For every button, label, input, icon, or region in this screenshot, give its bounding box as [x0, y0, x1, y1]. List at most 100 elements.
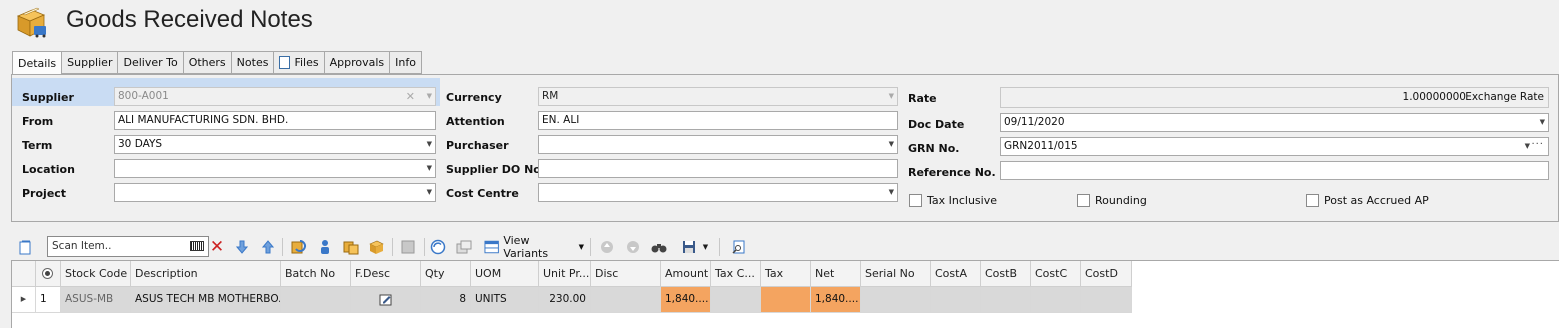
row-pointer-icon: ▶: [12, 287, 36, 313]
view-variants-button[interactable]: View Variants ▼: [484, 234, 584, 260]
tax-cell[interactable]: [761, 287, 811, 313]
column-header[interactable]: Serial No: [861, 261, 931, 287]
supplier-field[interactable]: 800-A001 ✕ ▼: [114, 87, 436, 106]
doc-date-field[interactable]: 09/11/2020 ▼: [1000, 113, 1549, 132]
arrow-down-icon[interactable]: [233, 236, 251, 258]
scan-item-input[interactable]: Scan Item..: [47, 236, 209, 257]
toolbar-separator: [282, 238, 283, 256]
box-icon[interactable]: [367, 236, 385, 258]
chevron-down-icon[interactable]: ▼: [889, 88, 894, 105]
checkbox-box[interactable]: [1077, 194, 1090, 207]
column-header[interactable]: Qty: [421, 261, 471, 287]
cost-b-cell[interactable]: [981, 287, 1031, 313]
column-header[interactable]: CostD: [1081, 261, 1132, 287]
chevron-down-icon[interactable]: ▼: [427, 160, 432, 177]
location-field[interactable]: ▼: [114, 159, 436, 178]
chevron-down-icon[interactable]: ▼: [889, 136, 894, 153]
column-header[interactable]: Tax C...: [711, 261, 761, 287]
qty-cell[interactable]: 8: [421, 287, 471, 313]
move-down-icon[interactable]: [624, 236, 642, 258]
tab-others[interactable]: Others: [182, 51, 231, 74]
chevron-down-icon[interactable]: ▼: [427, 184, 432, 201]
clear-icon[interactable]: ✕: [406, 88, 415, 105]
tab-details[interactable]: Details: [12, 51, 62, 75]
column-header[interactable]: UOM: [471, 261, 539, 287]
checkbox-box[interactable]: [909, 194, 922, 207]
window-icon[interactable]: [455, 236, 473, 258]
print-icon[interactable]: [399, 236, 417, 258]
select-all-header[interactable]: [36, 261, 61, 287]
chevron-down-icon[interactable]: ▼: [427, 136, 432, 153]
tab-supplier[interactable]: Supplier: [61, 51, 118, 74]
tab-deliver-to[interactable]: Deliver To: [117, 51, 183, 74]
cost-d-cell[interactable]: [1081, 287, 1132, 313]
column-header[interactable]: Stock Code: [61, 261, 131, 287]
chevron-down-icon[interactable]: ▼: [1540, 114, 1545, 131]
stock-code-cell[interactable]: ASUS-MB: [61, 287, 131, 313]
ellipsis-icon[interactable]: ···: [1531, 138, 1544, 153]
arrow-up-icon[interactable]: [259, 236, 277, 258]
chevron-down-icon[interactable]: ▼: [889, 184, 894, 201]
from-field[interactable]: ALI MANUFACTURING SDN. BHD.: [114, 111, 436, 130]
purchaser-field[interactable]: ▼: [538, 135, 898, 154]
description-cell[interactable]: ASUS TECH MB MOTHERBO...: [131, 287, 281, 313]
tax-code-cell[interactable]: [711, 287, 761, 313]
checkbox-box[interactable]: [1306, 194, 1319, 207]
column-header[interactable]: Amount: [661, 261, 711, 287]
net-cell[interactable]: 1,840....: [811, 287, 861, 313]
attention-label: Attention: [446, 115, 505, 128]
attention-field[interactable]: EN. ALI: [538, 111, 898, 130]
column-header[interactable]: CostA: [931, 261, 981, 287]
term-field[interactable]: 30 DAYS ▼: [114, 135, 436, 154]
column-header[interactable]: CostC: [1031, 261, 1081, 287]
supplier-do-field[interactable]: [538, 159, 898, 178]
barcode-icon[interactable]: [190, 241, 204, 251]
sync-icon[interactable]: [429, 236, 447, 258]
column-header[interactable]: Batch No: [281, 261, 351, 287]
binoculars-icon[interactable]: [649, 236, 669, 258]
column-header[interactable]: Net: [811, 261, 861, 287]
copy-items-icon[interactable]: [342, 236, 360, 258]
grn-no-field[interactable]: GRN2011/015 ▼ ···: [1000, 137, 1549, 156]
column-header[interactable]: F.Desc: [351, 261, 421, 287]
rounding-checkbox[interactable]: Rounding: [1077, 194, 1147, 207]
chevron-down-icon[interactable]: ▼: [1525, 138, 1530, 155]
chevron-down-icon[interactable]: ▼: [427, 88, 432, 105]
amount-cell[interactable]: 1,840....: [661, 287, 711, 313]
tab-notes[interactable]: Notes: [230, 51, 274, 74]
project-field[interactable]: ▼: [114, 183, 436, 202]
post-accrued-checkbox[interactable]: Post as Accrued AP: [1306, 194, 1429, 207]
file-icon: [279, 56, 291, 69]
rate-field[interactable]: 1.00000000 Exchange Rate: [1000, 87, 1549, 108]
cost-centre-field[interactable]: ▼: [538, 183, 898, 202]
disc-cell[interactable]: [591, 287, 661, 313]
user-icon[interactable]: [316, 236, 334, 258]
tax-inclusive-checkbox[interactable]: Tax Inclusive: [909, 194, 997, 207]
tab-info[interactable]: Info: [389, 51, 422, 74]
column-header[interactable]: Unit Pr...: [539, 261, 591, 287]
cost-a-cell[interactable]: [931, 287, 981, 313]
uom-cell[interactable]: UNITS: [471, 287, 539, 313]
column-header[interactable]: Tax: [761, 261, 811, 287]
column-header[interactable]: Description: [131, 261, 281, 287]
delete-icon[interactable]: ✕: [208, 236, 226, 258]
batch-no-cell[interactable]: [281, 287, 351, 313]
radio-icon[interactable]: [42, 268, 53, 279]
title-bar: Goods Received Notes: [0, 0, 1559, 44]
column-header[interactable]: CostB: [981, 261, 1031, 287]
table-row[interactable]: ▶ 1 ASUS-MB ASUS TECH MB MOTHERBO... 8 U…: [12, 287, 1132, 313]
tab-files[interactable]: Files: [273, 51, 324, 74]
reference-field[interactable]: [1000, 161, 1549, 180]
currency-field[interactable]: RM ▼: [538, 87, 898, 106]
save-layout-button[interactable]: ▼: [679, 236, 711, 258]
search-document-icon[interactable]: [730, 236, 748, 258]
new-document-icon[interactable]: [16, 236, 34, 258]
fdesc-cell[interactable]: [351, 287, 421, 313]
column-header[interactable]: Disc: [591, 261, 661, 287]
move-up-icon[interactable]: [598, 236, 616, 258]
unit-price-cell[interactable]: 230.00: [539, 287, 591, 313]
refresh-items-icon[interactable]: [290, 236, 308, 258]
cost-c-cell[interactable]: [1031, 287, 1081, 313]
serial-no-cell[interactable]: [861, 287, 931, 313]
tab-approvals[interactable]: Approvals: [323, 51, 390, 74]
